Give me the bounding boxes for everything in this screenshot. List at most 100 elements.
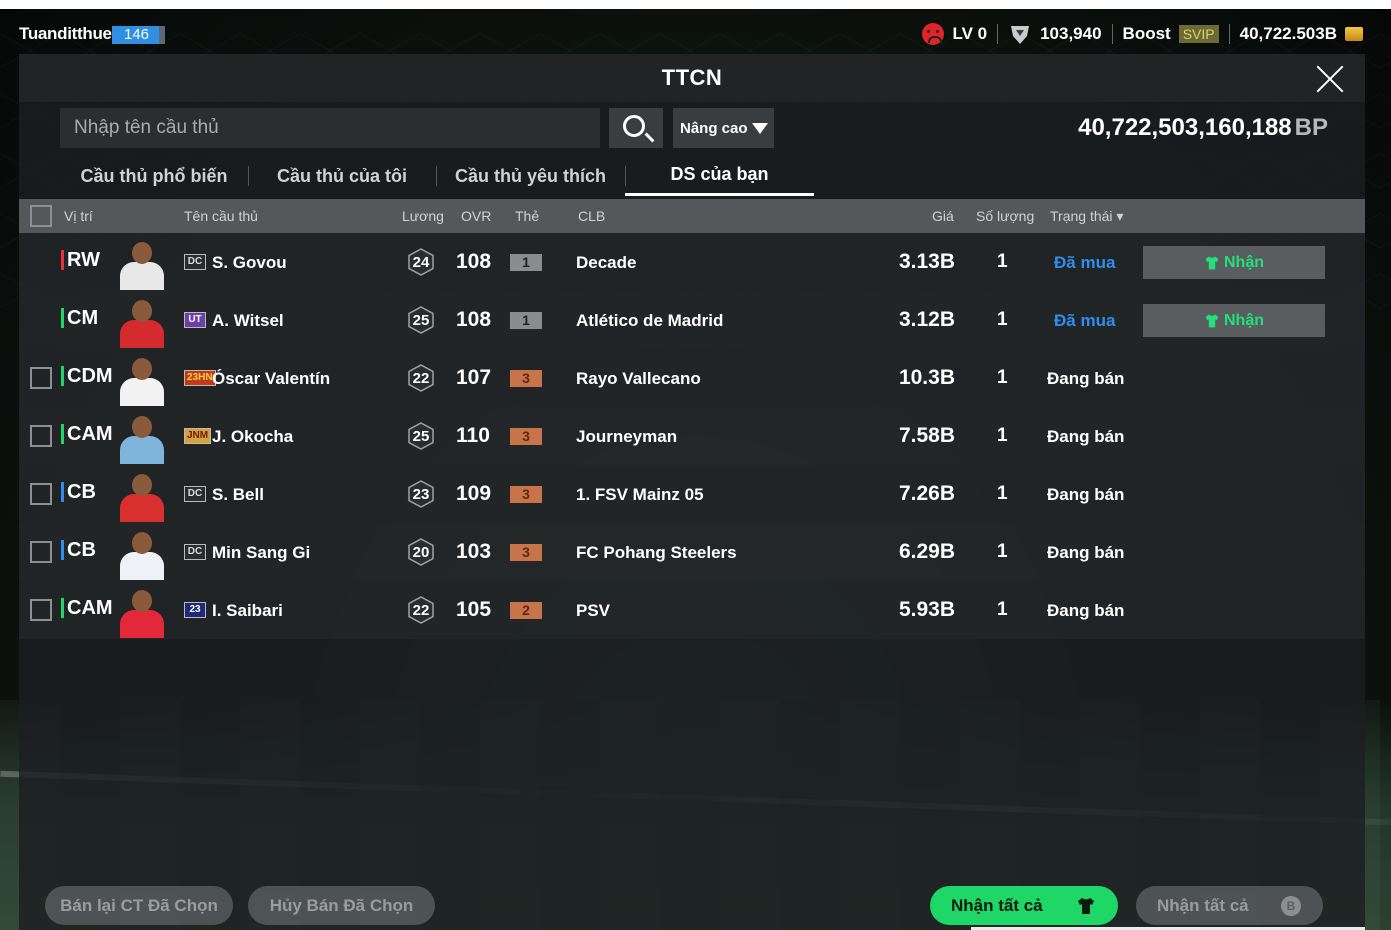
row-checkbox[interactable] — [30, 367, 52, 389]
player-quantity: 1 — [997, 483, 1008, 504]
grade-badge: 3 — [510, 428, 542, 445]
row-checkbox[interactable] — [30, 425, 52, 447]
player-avatar — [115, 586, 169, 638]
player-name[interactable]: S. Bell — [212, 485, 264, 505]
player-position: CAM — [61, 424, 113, 444]
claim-all-bp-label: Nhận tất cả — [1157, 895, 1249, 915]
advanced-dropdown[interactable]: Nâng cao — [673, 108, 774, 148]
table-row[interactable]: CAM 23 I. Saibari 22 105 2 PSV 5.93B 1 Đang bán — [19, 581, 1365, 639]
claim-all-bp-button[interactable]: Nhận tất cả B — [1136, 886, 1323, 925]
player-price: 5.93B — [898, 598, 955, 621]
avatar-kit — [120, 262, 164, 290]
tab-your-list[interactable]: DS của bạn — [625, 156, 814, 196]
player-name[interactable]: S. Govou — [212, 253, 287, 273]
player-quantity: 1 — [997, 367, 1008, 388]
player-avatar — [115, 238, 169, 290]
claim-button[interactable]: Nhận — [1143, 304, 1325, 337]
search-box — [60, 108, 600, 148]
table-row[interactable]: CDM 23HN Óscar Valentín 22 107 3 Rayo Vallecan… — [19, 349, 1365, 407]
bp-short: 40,722.503B — [1239, 24, 1337, 43]
shield-icon — [1011, 26, 1030, 44]
select-all-checkbox[interactable] — [30, 205, 52, 227]
player-price: 10.3B — [898, 366, 955, 389]
table-row[interactable]: RW DC S. Govou 24 108 1 Decade 3.13B 1 Đã mua Nhận — [19, 233, 1365, 291]
player-name[interactable]: J. Okocha — [212, 427, 293, 447]
season-badge: JNM — [184, 428, 212, 444]
player-avatar — [115, 528, 169, 580]
player-price: 6.29B — [898, 540, 955, 563]
row-checkbox[interactable] — [30, 599, 52, 621]
salary-value: 24 — [412, 253, 430, 271]
player-name[interactable]: Óscar Valentín — [212, 369, 330, 389]
table-row[interactable]: CB DC S. Bell 23 109 3 1. FSV Mainz 05 7.26B 1 Đa… — [19, 465, 1365, 523]
player-price: 7.58B — [898, 424, 955, 447]
avatar-kit — [120, 378, 164, 406]
claim-all-button[interactable]: Nhận tất cả — [930, 886, 1118, 925]
bp-unit: BP — [1294, 114, 1328, 141]
avatar-head — [132, 590, 152, 612]
salary-value: 22 — [412, 369, 430, 387]
grade-badge: 2 — [510, 602, 542, 619]
close-icon[interactable] — [1315, 64, 1345, 94]
player-club: Rayo Vallecano — [576, 369, 701, 388]
avatar-kit — [120, 552, 164, 580]
boost-label: Boost — [1122, 24, 1171, 43]
claim-label: Nhận — [1224, 253, 1264, 271]
claim-button[interactable]: Nhận — [1143, 246, 1325, 279]
table-row[interactable]: CAM JNM J. Okocha 25 110 3 Journeyman 7.58B 1 Đan… — [19, 407, 1365, 465]
bp-balance: 40,722,503,160,188 BP — [1078, 114, 1328, 142]
player-ovr: 109 — [456, 482, 492, 505]
player-position: CAM — [61, 598, 113, 618]
svip-badge: SVIP — [1178, 25, 1219, 43]
shirt-icon — [1205, 256, 1219, 269]
search-button[interactable] — [609, 108, 663, 148]
tab-popular-players[interactable]: Cầu thủ phổ biến — [60, 156, 248, 196]
shirt-icon — [1078, 898, 1094, 914]
avatar-head — [132, 300, 152, 322]
username: Tuanditthue — [19, 24, 112, 43]
tab-favorite-players[interactable]: Cầu thủ yêu thích — [436, 156, 625, 196]
table-row[interactable]: CB DC Min Sang Gi 20 103 3 FC Pohang Steelers 6… — [19, 523, 1365, 581]
player-ovr: 107 — [456, 366, 492, 389]
tab-my-players[interactable]: Cầu thủ của tôi — [248, 156, 436, 196]
season-badge: DC — [184, 254, 206, 270]
table-row[interactable]: CM UT A. Witsel 25 108 1 Atlético de Madrid 3.1… — [19, 291, 1365, 349]
salary-value: 22 — [412, 601, 430, 619]
cancel-selected-button[interactable]: Hủy Bán Đã Chọn — [248, 886, 435, 925]
player-name[interactable]: I. Saibari — [212, 601, 283, 621]
player-position: RW — [61, 250, 100, 270]
player-ovr: 105 — [456, 598, 492, 621]
col-status[interactable]: Trạng thái ▾ — [1050, 208, 1123, 225]
player-ovr: 108 — [456, 308, 492, 331]
player-club: Decade — [576, 253, 637, 272]
salary-badge: 23 — [407, 480, 435, 508]
player-position: CB — [61, 540, 96, 560]
season-badge: 23 — [184, 602, 206, 618]
row-checkbox[interactable] — [30, 541, 52, 563]
row-checkbox[interactable] — [30, 483, 52, 505]
points-value: 103,940 — [1040, 24, 1102, 43]
page-title: TTCN — [661, 65, 723, 90]
player-price: 3.12B — [898, 308, 955, 331]
player-name[interactable]: Min Sang Gi — [212, 543, 310, 563]
player-price: 7.26B — [898, 482, 955, 505]
season-badge: UT — [184, 312, 206, 328]
grade-badge: 3 — [510, 544, 542, 561]
col-ovr: OVR — [461, 208, 492, 224]
resell-selected-button[interactable]: Bán lại CT Đã Chọn — [45, 886, 233, 925]
player-avatar — [115, 354, 169, 406]
trade-status: Đã mua — [1054, 253, 1116, 272]
player-quantity: 1 — [997, 541, 1008, 562]
avatar-kit — [120, 436, 164, 464]
salary-value: 23 — [412, 485, 430, 503]
player-quantity: 1 — [997, 251, 1008, 272]
divider — [997, 24, 999, 44]
player-name[interactable]: A. Witsel — [212, 311, 284, 331]
avatar-head — [132, 416, 152, 438]
grade-badge: 3 — [510, 370, 542, 387]
player-avatar — [115, 470, 169, 522]
user-level-badge: 146 — [112, 26, 166, 44]
search-input[interactable] — [60, 108, 600, 148]
salary-badge: 22 — [407, 596, 435, 624]
player-quantity: 1 — [997, 309, 1008, 330]
